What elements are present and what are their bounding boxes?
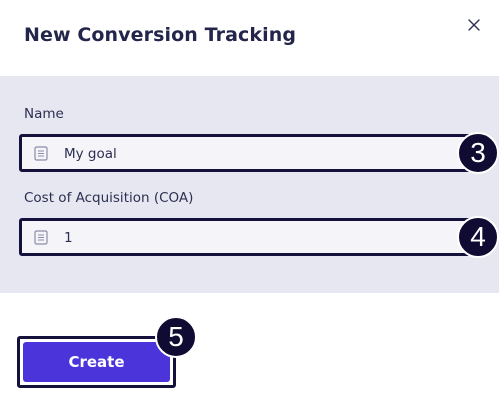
conversion-tracking-dialog: New Conversion Tracking Name 3 Cost of A… xyxy=(0,0,499,405)
text-field-icon xyxy=(34,230,48,245)
close-icon xyxy=(468,19,480,31)
create-button-highlight: Create xyxy=(17,336,176,388)
step-marker-4: 4 xyxy=(457,216,499,258)
create-button[interactable]: Create xyxy=(23,342,170,382)
form-panel xyxy=(0,76,499,293)
name-field[interactable] xyxy=(19,134,485,172)
name-label: Name xyxy=(24,106,64,122)
step-marker-5: 5 xyxy=(155,316,197,358)
close-button[interactable] xyxy=(464,15,484,35)
coa-label: Cost of Acquisition (COA) xyxy=(24,190,194,206)
coa-input[interactable] xyxy=(64,230,444,246)
coa-field[interactable] xyxy=(19,218,485,256)
dialog-title: New Conversion Tracking xyxy=(24,24,297,46)
step-marker-3: 3 xyxy=(457,132,499,174)
text-field-icon xyxy=(34,146,48,161)
name-input[interactable] xyxy=(64,146,444,162)
